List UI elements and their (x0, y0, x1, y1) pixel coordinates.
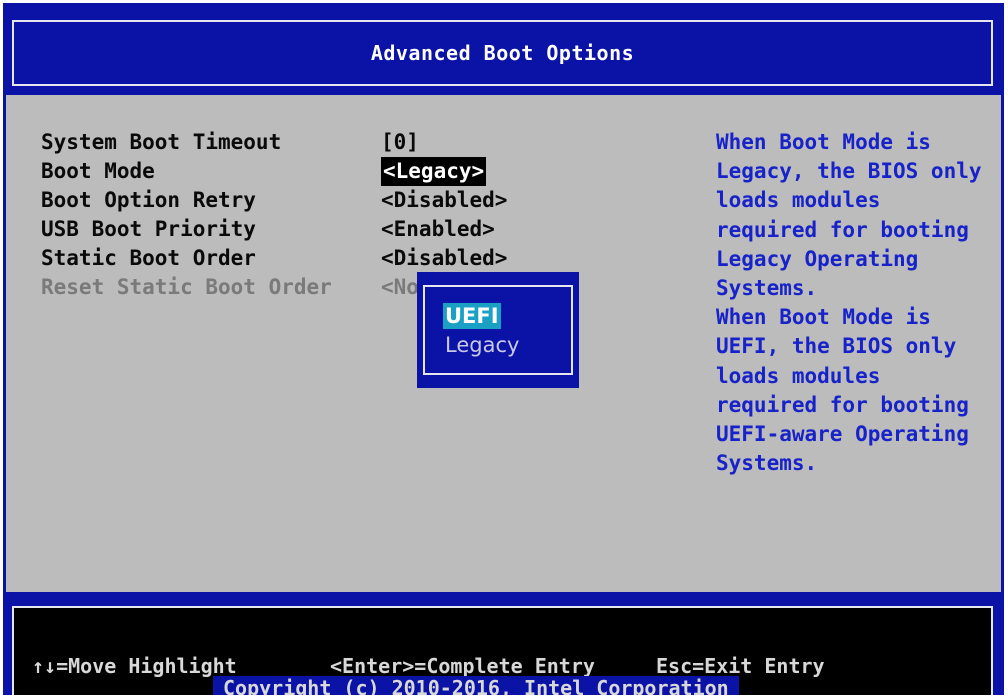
key-hint-move: ↑↓=Move Highlight (32, 654, 237, 678)
help-line: UEFI-aware Operating (716, 422, 969, 447)
help-line: loads modules (716, 363, 881, 388)
key-hint-esc: Esc=Exit Entry (656, 654, 825, 678)
copyright-text: Copyright (c) 2010-2016, Intel Corporati… (213, 676, 739, 695)
setting-value[interactable]: [0] (381, 128, 419, 157)
setting-value[interactable]: <Disabled> (381, 244, 507, 273)
help-line: Legacy, the BIOS only (716, 159, 982, 184)
help-line: loads modules (716, 188, 881, 213)
setting-value: <No (381, 275, 419, 299)
header-frame: Advanced Boot Options (12, 20, 993, 86)
setting-value[interactable]: <Enabled> (381, 215, 495, 244)
bios-screen: Advanced Boot Options System Boot Timeou… (3, 3, 1004, 695)
setting-label: Reset Static Boot Order (41, 275, 332, 299)
help-line: Systems. (716, 451, 818, 476)
setting-label: Static Boot Order (41, 246, 256, 270)
setting-value-selected[interactable]: <Legacy> (381, 157, 487, 186)
popup-option-legacy[interactable]: Legacy (443, 332, 521, 358)
page-title: Advanced Boot Options (370, 41, 635, 65)
setting-value[interactable]: <Disabled> (381, 186, 507, 215)
popup-frame: UEFI Legacy (423, 285, 573, 375)
header-bar: Advanced Boot Options (3, 3, 1004, 95)
help-line: required for booting (716, 392, 969, 417)
setting-label: System Boot Timeout (41, 130, 282, 154)
help-line: Systems. (716, 276, 818, 301)
setting-label: Boot Mode (41, 159, 155, 183)
boot-mode-popup: UEFI Legacy (417, 272, 579, 388)
help-line: When Boot Mode is (716, 305, 931, 330)
help-text: When Boot Mode is Legacy, the BIOS only … (716, 128, 996, 478)
help-line: Legacy Operating (716, 246, 919, 271)
footer-bar: ↑↓=Move Highlight <Enter>=Complete Entry… (3, 592, 1004, 695)
help-line: UEFI, the BIOS only (716, 334, 957, 359)
setting-label: USB Boot Priority (41, 217, 256, 241)
popup-option-uefi[interactable]: UEFI (443, 303, 501, 329)
key-hint-enter: <Enter>=Complete Entry (330, 654, 595, 678)
help-line: required for booting (716, 217, 969, 242)
setting-label: Boot Option Retry (41, 188, 256, 212)
help-line: When Boot Mode is (716, 130, 931, 154)
